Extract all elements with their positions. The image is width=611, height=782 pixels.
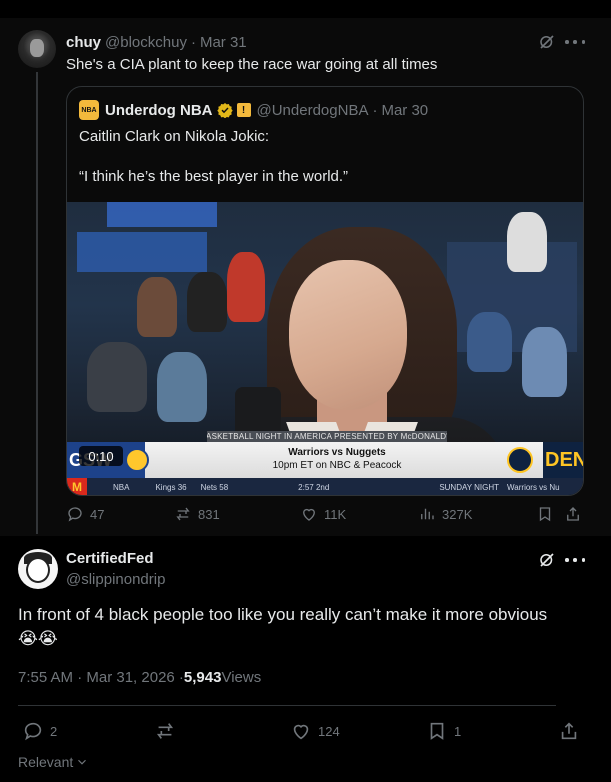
parent-tweet-actions: 47 831 11K 327K — [66, 505, 586, 527]
reply-icon — [68, 507, 82, 522]
parent-tweet-header: chuy @blockchuy · Mar 31 — [66, 33, 247, 51]
author-display-name[interactable]: chuy — [66, 34, 101, 51]
warriors-logo-icon — [125, 448, 149, 472]
ticker-right: Warriors vs Nu — [507, 482, 560, 492]
ticker-right: SUNDAY NIGHT — [439, 482, 500, 492]
main-tweet-text: In front of 4 black people too like you … — [18, 605, 548, 624]
repost-button[interactable]: 831 — [174, 505, 220, 523]
repost-icon — [176, 507, 190, 521]
bookmark-count: 1 — [454, 723, 462, 739]
views-count: 5,943 — [183, 668, 222, 686]
nuggets-logo-icon — [507, 447, 533, 473]
ticker-league: NBA — [113, 482, 130, 492]
views-button[interactable]: 327K — [418, 505, 472, 523]
more-options-icon[interactable] — [565, 553, 585, 567]
separator-dot: · — [190, 33, 196, 51]
bookmark-button[interactable]: 1 — [426, 720, 461, 742]
parent-tweet-text: She's a CIA plant to keep the race war g… — [66, 55, 438, 73]
reply-count: 47 — [90, 506, 105, 522]
views-label: Views — [221, 668, 262, 686]
bookmark-icon — [430, 722, 444, 740]
quoted-author-name[interactable]: Underdog NBA — [105, 102, 213, 119]
separator-dot: · — [372, 101, 378, 119]
post-date[interactable]: Mar 31 — [200, 34, 247, 51]
main-tweet-author: CertifiedFed — [66, 549, 154, 567]
reply-count: 2 — [50, 723, 58, 739]
spectator — [507, 212, 547, 272]
main-tweet-emoji: 😭😭 — [18, 629, 58, 648]
ticker-score: Nets 58 — [200, 482, 229, 492]
interviewee-face — [289, 260, 407, 410]
chevron-down-icon — [78, 759, 87, 765]
arena-seats — [77, 232, 207, 272]
broadcast-banner: GSW Warriors vs Nuggets 10pm ET on NBC &… — [67, 442, 583, 478]
quoted-tweet-header: NBA Underdog NBA ! @UnderdogNBA · Mar 30 — [79, 99, 428, 121]
repost-button[interactable] — [154, 720, 182, 742]
verified-badge-icon — [216, 103, 233, 118]
views-icon — [421, 508, 434, 520]
underdog-logo-icon[interactable]: NBA — [79, 100, 99, 120]
heart-icon — [293, 724, 309, 740]
like-button[interactable]: 11K — [300, 505, 346, 523]
share-icon — [561, 722, 577, 740]
heart-icon — [303, 508, 315, 521]
like-count: 124 — [318, 723, 340, 739]
like-count: 11K — [324, 506, 347, 522]
author-handle[interactable]: @slippinondrip — [66, 570, 165, 588]
spectator — [157, 352, 207, 422]
spectator — [87, 342, 147, 412]
reply-button[interactable]: 2 — [22, 720, 57, 742]
repost-count: 831 — [198, 506, 220, 522]
author-display-name[interactable]: CertifiedFed — [66, 550, 154, 567]
main-tweet-actions: 2 124 1 — [18, 720, 593, 744]
quoted-post-date[interactable]: Mar 30 — [381, 102, 428, 119]
quoted-author-handle[interactable]: @UnderdogNBA — [257, 102, 369, 119]
main-tweet-meta: 7:55 AM · Mar 31, 2026 · 5,943 Views — [18, 668, 261, 686]
avatar[interactable] — [18, 30, 56, 68]
avatar[interactable] — [18, 549, 58, 589]
author-handle[interactable]: @blockchuy — [105, 34, 187, 51]
quoted-text-line1: Caitlin Clark on Nikola Jokic: — [79, 127, 270, 145]
ticker-score: Kings 36 — [155, 482, 187, 492]
like-button[interactable]: 124 — [290, 720, 340, 742]
more-options-icon[interactable] — [565, 35, 585, 49]
avatar-face — [26, 557, 50, 583]
spectator — [467, 312, 512, 372]
ticker-clock: 2:57 2nd — [298, 482, 330, 492]
repost-icon — [156, 723, 174, 739]
share-button[interactable] — [564, 505, 588, 523]
broadcast-banner-top: BASKETBALL NIGHT IN AMERICA PRESENTED BY… — [207, 431, 447, 442]
share-icon — [567, 507, 579, 521]
share-button[interactable] — [558, 720, 586, 742]
bookmark-icon — [539, 507, 551, 522]
sort-label: Relevant — [18, 754, 74, 770]
spectator — [187, 272, 227, 332]
spectator — [522, 327, 567, 397]
grok-icon[interactable] — [538, 33, 556, 51]
mcdonalds-logo-icon: M — [67, 478, 87, 495]
matchup-title: Warriors vs Nuggets — [288, 447, 386, 458]
spectator — [227, 252, 265, 322]
reply-icon — [24, 722, 42, 741]
sort-dropdown[interactable]: Relevant — [18, 753, 89, 771]
affiliate-badge-icon: ! — [236, 103, 251, 117]
arena-seats — [107, 202, 217, 227]
bookmark-button[interactable] — [536, 505, 560, 523]
views-count: 327K — [442, 506, 473, 522]
video-duration-badge: 0:10 — [79, 446, 123, 466]
quoted-text-line2: “I think he’s the best player in the wor… — [79, 167, 349, 185]
top-strip — [0, 0, 611, 18]
quoted-tweet[interactable]: NBA Underdog NBA ! @UnderdogNBA · Mar 30… — [66, 86, 584, 496]
team-right-abbr: DEN — [543, 442, 583, 478]
divider — [18, 705, 556, 706]
score-ticker: M NBA Kings 36 Nets 58 2:57 2nd SUNDAY N… — [67, 478, 583, 495]
video-player[interactable]: BASKETBALL NIGHT IN AMERICA PRESENTED BY… — [67, 202, 583, 495]
thread-connector-line — [36, 72, 38, 534]
spectator — [137, 277, 177, 337]
matchup-time: 10pm ET on NBC & Peacock — [272, 460, 402, 471]
post-timestamp[interactable]: 7:55 AM · Mar 31, 2026 · — [18, 669, 184, 686]
broadcast-matchup: Warriors vs Nuggets 10pm ET on NBC & Pea… — [217, 446, 457, 472]
reply-button[interactable]: 47 — [66, 505, 104, 523]
grok-icon[interactable] — [538, 551, 556, 569]
